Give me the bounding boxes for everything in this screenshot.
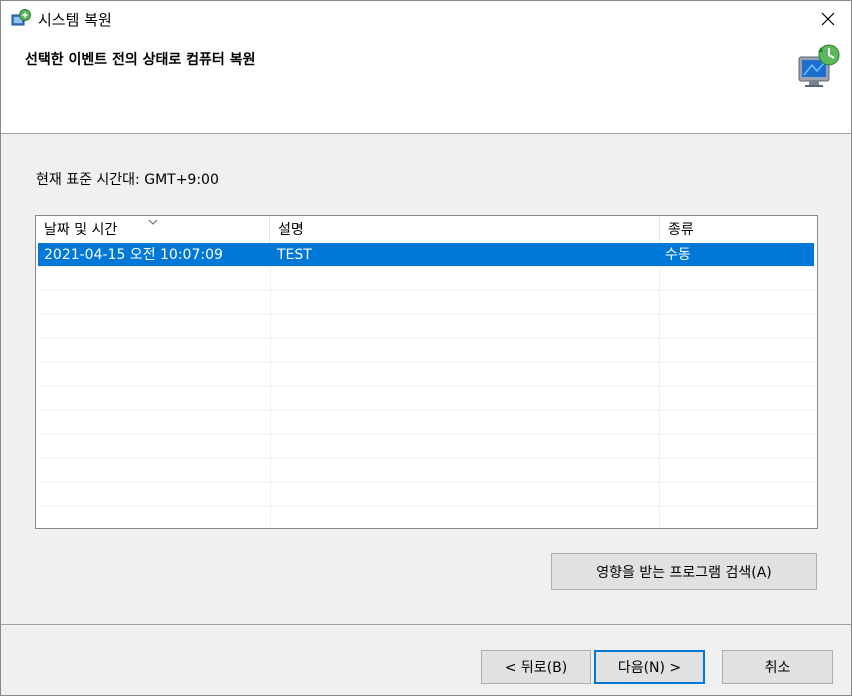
empty-row bbox=[38, 315, 814, 339]
cell-date: 2021-04-15 오전 10:07:09 bbox=[44, 247, 223, 263]
column-description-label: 설명 bbox=[278, 222, 304, 238]
restore-point-list[interactable]: 날짜 및 시간 설명 종류 2021-04-15 오전 10:07:09 TES… bbox=[35, 215, 818, 529]
empty-row bbox=[38, 435, 814, 459]
list-header: 날짜 및 시간 설명 종류 bbox=[36, 216, 817, 242]
empty-row bbox=[38, 267, 814, 291]
next-button[interactable]: 다음(N) > bbox=[594, 650, 705, 684]
cancel-button[interactable]: 취소 bbox=[722, 650, 833, 684]
empty-row bbox=[38, 411, 814, 435]
empty-row bbox=[38, 459, 814, 483]
window-title: 시스템 복원 bbox=[38, 11, 112, 29]
close-button[interactable] bbox=[805, 1, 851, 37]
system-restore-icon bbox=[11, 9, 31, 26]
column-date-label: 날짜 및 시간 bbox=[44, 222, 118, 238]
empty-row bbox=[38, 363, 814, 387]
empty-row bbox=[38, 291, 814, 315]
close-icon bbox=[821, 12, 835, 26]
empty-row bbox=[38, 483, 814, 507]
divider bbox=[1, 624, 851, 625]
system-restore-window: 시스템 복원 선택한 이벤트 전의 상태로 컴퓨터 복원 현재 표준 시간대: … bbox=[0, 0, 852, 696]
empty-row bbox=[38, 387, 814, 411]
column-description[interactable]: 설명 bbox=[270, 216, 660, 242]
column-type-label: 종류 bbox=[668, 222, 694, 238]
header-panel: 선택한 이벤트 전의 상태로 컴퓨터 복원 bbox=[1, 37, 851, 134]
page-title: 선택한 이벤트 전의 상태로 컴퓨터 복원 bbox=[25, 52, 256, 68]
column-type[interactable]: 종류 bbox=[660, 216, 817, 242]
sort-down-icon bbox=[148, 219, 158, 225]
column-date[interactable]: 날짜 및 시간 bbox=[36, 216, 270, 242]
cell-description: TEST bbox=[277, 247, 312, 263]
back-button[interactable]: < 뒤로(B) bbox=[481, 650, 591, 684]
empty-row bbox=[38, 339, 814, 363]
computer-restore-icon bbox=[798, 44, 840, 87]
timezone-label: 현재 표준 시간대: GMT+9:00 bbox=[36, 172, 219, 188]
scan-affected-programs-button[interactable]: 영향을 받는 프로그램 검색(A) bbox=[551, 553, 817, 590]
title-bar: 시스템 복원 bbox=[1, 1, 851, 37]
table-row[interactable]: 2021-04-15 오전 10:07:09 TEST 수동 bbox=[38, 243, 814, 267]
cell-type: 수동 bbox=[665, 247, 691, 263]
